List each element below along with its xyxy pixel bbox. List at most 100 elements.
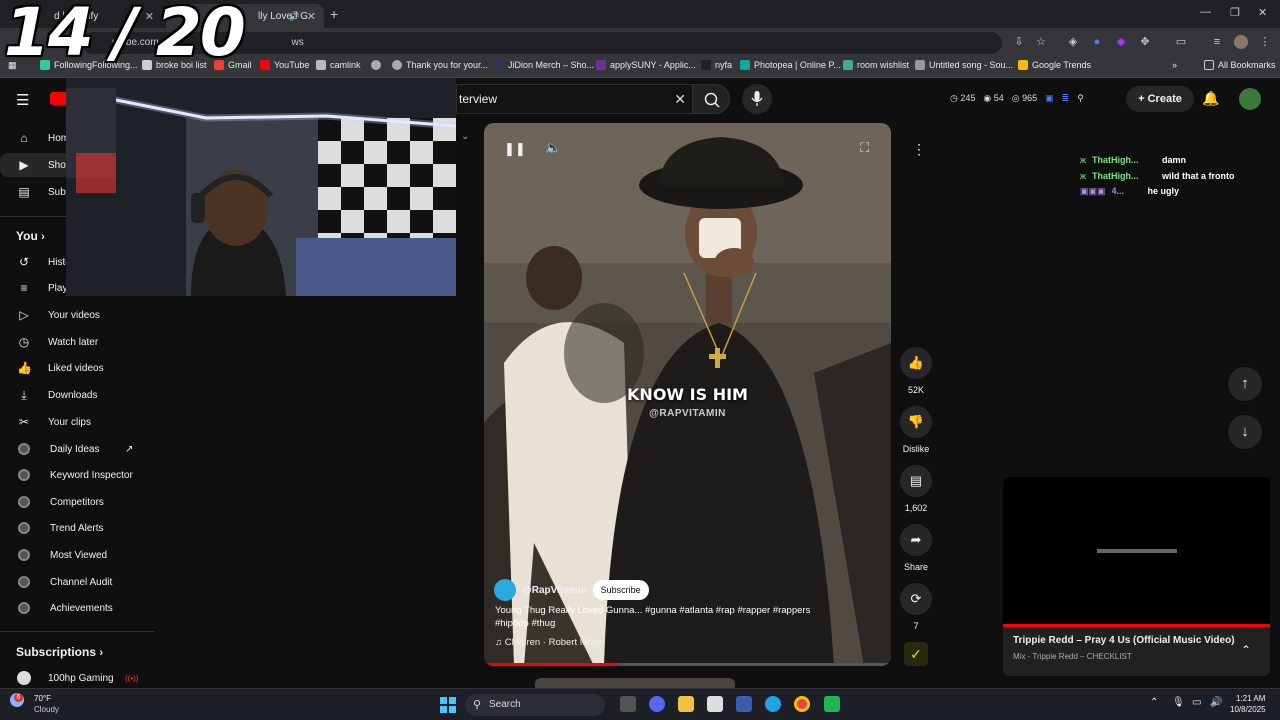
create-button[interactable]: + Create bbox=[1126, 86, 1194, 112]
volume-tray-icon[interactable]: 🔊 bbox=[1210, 697, 1222, 708]
share-action[interactable]: ➦ Share bbox=[898, 524, 934, 572]
close-window-icon[interactable]: ✕ bbox=[1258, 6, 1267, 19]
thumbs-up-icon[interactable]: 👍 bbox=[900, 347, 932, 379]
sidebar-item-competitors[interactable]: Competitors bbox=[0, 490, 155, 514]
install-app-icon[interactable]: ⇩ bbox=[1012, 35, 1026, 49]
bookmark-item[interactable]: JiDion Merch – Sho... bbox=[494, 60, 594, 70]
list-icon[interactable]: ≣ bbox=[1062, 93, 1070, 104]
hamburger-menu-icon[interactable]: ☰ bbox=[16, 91, 29, 109]
extension-badge-icon[interactable]: ▣ bbox=[1045, 93, 1054, 104]
music-row[interactable]: ♫ Children · Robert Miles bbox=[495, 637, 602, 648]
like-action[interactable]: 👍 52K bbox=[898, 347, 934, 395]
spotify-app-icon[interactable] bbox=[824, 696, 840, 712]
bookmark-item[interactable]: room wishlist bbox=[843, 60, 909, 70]
bookmark-item[interactable] bbox=[371, 60, 381, 70]
sidebar-item-daily-ideas[interactable]: Daily Ideas ↗ bbox=[0, 437, 155, 461]
extension-shield-icon[interactable]: ◈ bbox=[1066, 35, 1080, 49]
miniplayer-progress[interactable] bbox=[1003, 624, 1270, 627]
sidebar-item-channel-audit[interactable]: Channel Audit bbox=[0, 570, 155, 594]
edge-icon[interactable] bbox=[765, 696, 781, 712]
split-view-icon[interactable]: ▭ bbox=[1174, 35, 1188, 49]
filter-icon[interactable]: ⚲ bbox=[1077, 93, 1084, 104]
search-button[interactable] bbox=[692, 84, 730, 114]
extensions-puzzle-icon[interactable]: ✥ bbox=[1138, 35, 1152, 49]
comment-icon[interactable]: ▤ bbox=[900, 465, 932, 497]
show-hidden-icons[interactable]: ⌃ bbox=[1150, 697, 1158, 708]
bookmark-item[interactable]: Thank you for your... bbox=[392, 60, 488, 70]
sidebar-item-downloads[interactable]: ⤓ Downloads bbox=[0, 383, 155, 407]
discord-icon[interactable] bbox=[649, 696, 665, 712]
browser-menu-icon[interactable]: ⋮ bbox=[1258, 35, 1272, 49]
file-explorer-icon[interactable] bbox=[678, 696, 694, 712]
start-windows-icon[interactable] bbox=[440, 697, 456, 713]
share-icon[interactable]: ➦ bbox=[900, 524, 932, 556]
comments-action[interactable]: ▤ 1,602 bbox=[898, 465, 934, 513]
bookmark-item[interactable]: Photopea | Online P... bbox=[740, 60, 841, 70]
bookmark-item[interactable]: camlink bbox=[316, 60, 361, 70]
miniplayer-video[interactable] bbox=[1003, 477, 1270, 627]
clock-time[interactable]: 1:21 AM bbox=[1236, 694, 1265, 703]
miniplayer-title[interactable]: Trippie Redd – Pray 4 Us (Official Music… bbox=[1013, 635, 1235, 646]
bookmark-item[interactable]: applySUNY - Applic... bbox=[596, 60, 696, 70]
microphone-tray-icon[interactable]: 🎙 bbox=[1172, 697, 1185, 708]
sidebar-item-keyword-inspector[interactable]: Keyword Inspector bbox=[0, 463, 155, 487]
bookmark-star-icon[interactable]: ☆ bbox=[1034, 35, 1048, 49]
sidebar-item-liked-videos[interactable]: 👍 Liked videos bbox=[0, 356, 155, 380]
store-icon[interactable] bbox=[707, 696, 723, 712]
all-bookmarks-button[interactable]: All Bookmarks bbox=[1204, 60, 1276, 70]
sidebar-item-subscription[interactable]: 100hp Gaming ((•)) bbox=[0, 666, 155, 690]
subscribe-button[interactable]: Subscribe bbox=[592, 580, 649, 600]
clear-search-icon[interactable]: ✕ bbox=[674, 85, 686, 113]
channel-name[interactable]: @RapVitamin bbox=[522, 585, 587, 596]
previous-short-button[interactable]: ↑ bbox=[1228, 367, 1262, 401]
task-view-icon[interactable] bbox=[620, 696, 636, 712]
subscriptions-heading[interactable]: Subscriptions › bbox=[16, 645, 103, 659]
more-options-icon[interactable]: ⋮ bbox=[912, 141, 926, 158]
taskbar-search[interactable]: ⚲ Search bbox=[465, 694, 605, 716]
extension-e-icon[interactable]: ◆ bbox=[1114, 35, 1128, 49]
notifications-bell-icon[interactable]: 🔔 bbox=[1202, 90, 1219, 107]
chrome-icon[interactable] bbox=[794, 696, 810, 712]
maximize-icon[interactable]: ❐ bbox=[1230, 6, 1240, 19]
audio-playing-icon[interactable]: 🔊 bbox=[289, 11, 300, 22]
shorts-video-player[interactable]: ❚❚ 🔈 ⛶ KNOW IS HIM @RAPVITAMIN @RapVitam… bbox=[484, 123, 891, 666]
close-tab-icon[interactable]: ✕ bbox=[307, 10, 316, 23]
channel-avatar[interactable] bbox=[494, 579, 516, 601]
sidebar-item-your-clips[interactable]: ✂ Your clips bbox=[0, 410, 155, 434]
sidebar-item-trend-alerts[interactable]: Trend Alerts bbox=[0, 516, 155, 540]
account-avatar[interactable] bbox=[1239, 88, 1261, 110]
collapse-chevron-icon[interactable]: ⌄ bbox=[461, 131, 469, 142]
expand-chevron-icon[interactable]: ⌃ bbox=[1241, 643, 1251, 657]
sidebar-item-watch-later[interactable]: ◷ Watch later bbox=[0, 330, 155, 354]
profile-avatar[interactable] bbox=[1234, 35, 1248, 49]
extension-icon[interactable]: ● bbox=[1090, 35, 1104, 49]
video-progress-bar[interactable] bbox=[484, 663, 891, 666]
minimize-icon[interactable]: — bbox=[1200, 6, 1211, 18]
more-bookmarks-icon[interactable]: » bbox=[1172, 60, 1177, 70]
bookmark-item[interactable]: YouTube bbox=[260, 60, 309, 70]
next-short-button[interactable]: ↓ bbox=[1228, 415, 1262, 449]
next-short-preview[interactable] bbox=[535, 678, 735, 688]
network-icon[interactable]: ▭ bbox=[1192, 697, 1201, 708]
remix-icon[interactable]: ⟳ bbox=[900, 583, 932, 615]
new-tab-button[interactable]: + bbox=[330, 6, 338, 22]
pause-icon[interactable]: ❚❚ bbox=[504, 141, 526, 157]
remix-action[interactable]: ⟳ 7 bbox=[898, 583, 934, 631]
sidebar-item-achievements[interactable]: Achievements bbox=[0, 596, 155, 620]
bookmark-item[interactable]: Untitled song - Sou... bbox=[915, 60, 1013, 70]
thumbs-down-icon[interactable]: 👎 bbox=[900, 406, 932, 438]
dislike-action[interactable]: 👎 Dislike bbox=[898, 406, 934, 454]
media-controls-icon[interactable]: ≡ bbox=[1210, 35, 1224, 49]
fullscreen-icon[interactable]: ⛶ bbox=[860, 140, 869, 156]
you-heading[interactable]: You › bbox=[16, 229, 45, 243]
volume-icon[interactable]: 🔈 bbox=[545, 140, 561, 156]
intel-icon[interactable] bbox=[736, 696, 752, 712]
sidebar-item-your-videos[interactable]: ▷ Your videos bbox=[0, 303, 155, 327]
weather-temp[interactable]: 70°F bbox=[34, 694, 51, 703]
sound-thumbnail[interactable]: ✓ bbox=[904, 642, 928, 666]
bookmark-item[interactable]: Google Trends bbox=[1018, 60, 1091, 70]
miniplayer[interactable]: Trippie Redd – Pray 4 Us (Official Music… bbox=[1003, 477, 1270, 676]
search-input[interactable]: terview ✕ bbox=[456, 84, 692, 114]
video-description[interactable]: Young Thug Really Loved Gunna... #gunna … bbox=[495, 604, 825, 630]
voice-search-button[interactable] bbox=[742, 84, 772, 114]
